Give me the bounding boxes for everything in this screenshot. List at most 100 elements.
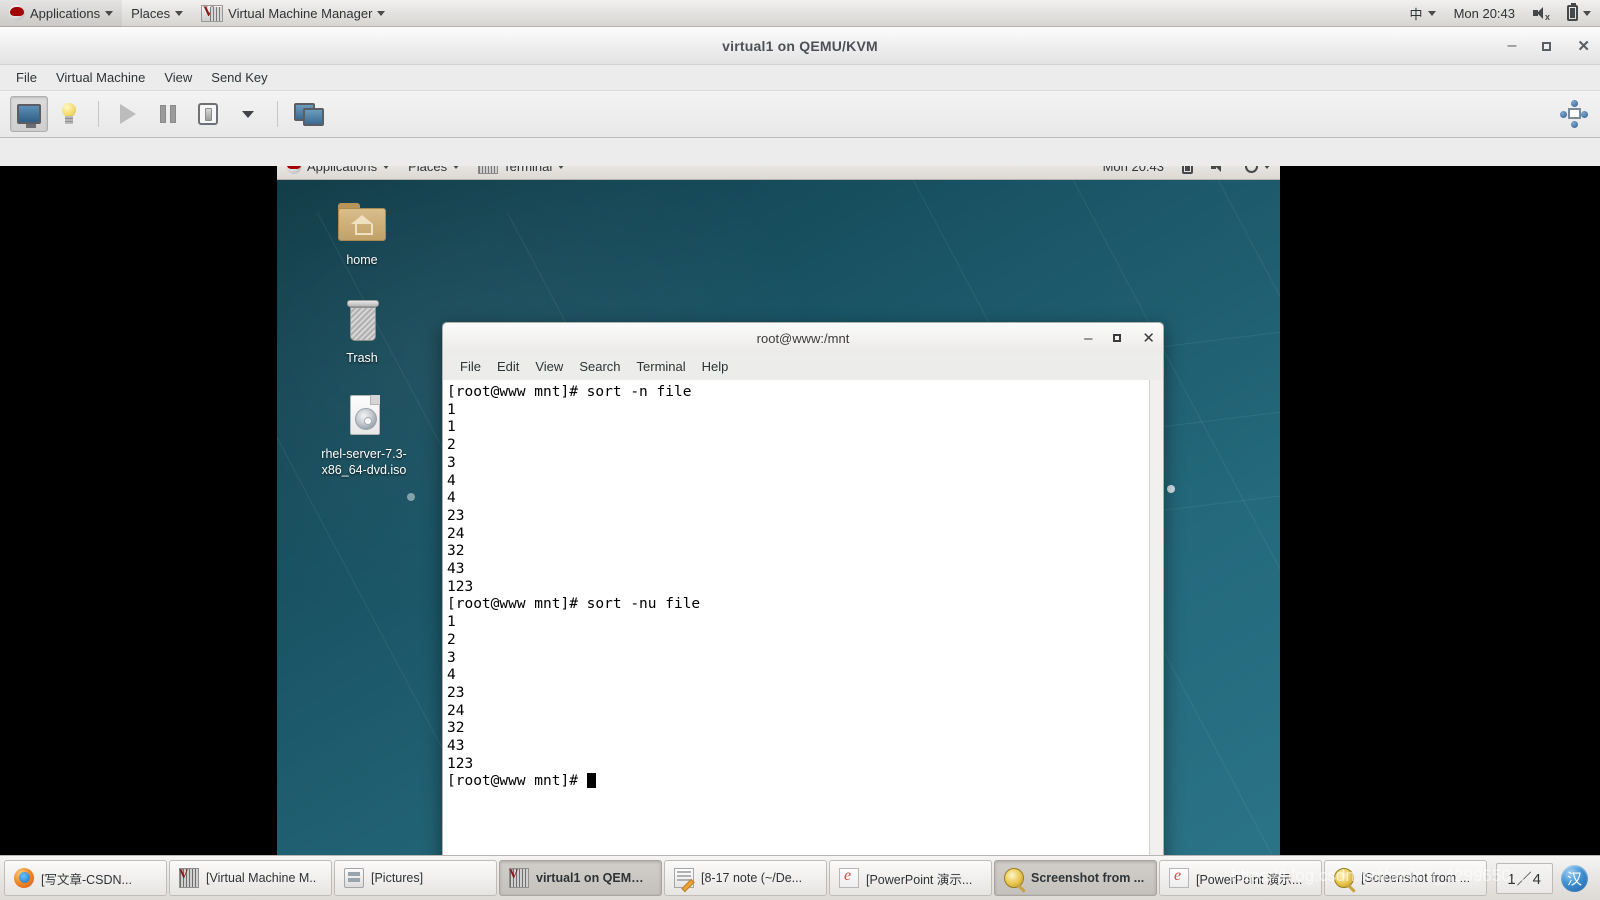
taskbar-item-screenshot-1[interactable]: Screenshot from ... xyxy=(994,860,1157,896)
desktop-icon-iso[interactable]: rhel-server-7.3-x86_64-dvd.iso xyxy=(305,393,423,478)
pause-button[interactable] xyxy=(149,96,187,132)
resize-icon xyxy=(1568,108,1581,119)
run-button[interactable] xyxy=(109,96,147,132)
terminal-menu-terminal[interactable]: Terminal xyxy=(630,356,693,377)
terminal-output[interactable]: [root@www mnt]# sort -n file 1 1 2 3 4 4… xyxy=(443,380,1149,872)
desktop-icon-home[interactable]: home xyxy=(307,199,417,269)
applications-menu-label: Applications xyxy=(30,5,101,21)
taskbar-item-label: [PowerPoint 演示... xyxy=(866,872,973,887)
terminal-maximize-button[interactable] xyxy=(1113,334,1122,342)
taskbar-item-powerpoint-2[interactable]: [PowerPoint 演示... xyxy=(1159,860,1322,896)
guest-desktop[interactable]: Applications Places Terminal Mon 20:43 h… xyxy=(277,166,1280,872)
virt-manager-window: virtual1 on QEMU/KVM – ✕ File Virtual Ma… xyxy=(0,27,1600,882)
vmm-menubar: File Virtual Machine View Send Key xyxy=(0,65,1600,90)
terminal-scrollbar[interactable] xyxy=(1149,380,1163,872)
taskbar-item-virt-manager[interactable]: [Virtual Machine M.. xyxy=(169,860,332,896)
guest-battery-indicator[interactable] xyxy=(1173,166,1202,180)
guest-places-label: Places xyxy=(408,166,448,174)
terminal-menu-search[interactable]: Search xyxy=(572,356,627,377)
monitor-icon xyxy=(17,104,41,128)
clock[interactable]: Mon 20:43 xyxy=(1445,0,1524,27)
pause-icon xyxy=(160,105,176,123)
guest-clock[interactable]: Mon 20:43 xyxy=(1094,166,1173,180)
resize-handle-left xyxy=(1560,110,1567,118)
desktop-icon-home-label: home xyxy=(346,253,378,267)
snapshots-button[interactable] xyxy=(288,96,326,132)
active-window-menu[interactable]: Virtual Machine Manager xyxy=(192,0,394,27)
guest-volume-indicator[interactable] xyxy=(1202,166,1236,180)
menu-send-key[interactable]: Send Key xyxy=(203,67,275,88)
volume-indicator[interactable]: x xyxy=(1524,0,1558,27)
terminal-menu-help[interactable]: Help xyxy=(695,356,736,377)
menu-view[interactable]: View xyxy=(156,67,200,88)
taskbar-item-csdn[interactable]: [写文章-CSDN... xyxy=(4,860,167,896)
vmm-window-controls: – ✕ xyxy=(1508,27,1590,65)
input-method-indicator[interactable]: 中 xyxy=(1401,0,1445,27)
applications-menu[interactable]: Applications xyxy=(0,0,123,27)
desktop-icon-trash-label: Trash xyxy=(346,351,378,365)
taskbar-item-pictures[interactable]: [Pictures] xyxy=(334,860,497,896)
taskbar-item-powerpoint-1[interactable]: [PowerPoint 演示... xyxy=(829,860,992,896)
speaker-icon xyxy=(1211,166,1227,173)
shutdown-menu-button[interactable] xyxy=(229,96,267,132)
guest-active-window-menu[interactable]: Terminal xyxy=(469,166,574,180)
console-view-button[interactable] xyxy=(10,96,48,132)
guest-places-menu[interactable]: Places xyxy=(399,166,469,180)
guest-console-area[interactable]: Applications Places Terminal Mon 20:43 h… xyxy=(0,166,1600,882)
chevron-down-icon xyxy=(382,166,391,169)
guest-clock-label: Mon 20:43 xyxy=(1102,166,1164,174)
resize-handle-top xyxy=(1570,100,1578,107)
menu-file[interactable]: File xyxy=(8,67,45,88)
vmm-titlebar: virtual1 on QEMU/KVM – ✕ xyxy=(0,27,1600,65)
terminal-menu-edit[interactable]: Edit xyxy=(490,356,526,377)
terminal-prompt: [root@www mnt]# xyxy=(447,773,587,790)
terminal-menu-view[interactable]: View xyxy=(528,356,570,377)
files-icon xyxy=(344,868,364,888)
taskbar-item-screenshot-2[interactable]: [Screenshot from ... xyxy=(1324,860,1487,896)
shutdown-button[interactable] xyxy=(189,96,227,132)
ime-toggle-icon[interactable]: 汉 xyxy=(1561,864,1588,892)
chevron-down-icon xyxy=(105,10,114,16)
maximize-button[interactable] xyxy=(1542,41,1552,51)
note-icon xyxy=(674,868,694,888)
close-button[interactable]: ✕ xyxy=(1577,39,1590,54)
active-window-label: Virtual Machine Manager xyxy=(228,5,373,21)
fullscreen-button[interactable] xyxy=(1560,100,1588,128)
ime-label: 中 xyxy=(1409,6,1423,22)
home-folder-icon xyxy=(336,199,388,247)
terminal-cursor xyxy=(586,773,596,789)
workspace-switcher[interactable]: 1／4 xyxy=(1496,862,1553,894)
taskbar-item-note[interactable]: [8-17 note (~/De... xyxy=(664,860,827,896)
taskbar-item-label: [8-17 note (~/De... xyxy=(701,871,803,885)
firefox-icon xyxy=(14,868,34,888)
chevron-down-icon xyxy=(175,10,184,16)
vmm-small-icon xyxy=(509,866,529,888)
vmm-window-title: virtual1 on QEMU/KVM xyxy=(722,37,878,54)
screenshot-icon xyxy=(1004,868,1024,888)
gnome-terminal-window[interactable]: root@www:/mnt – ✕ File Edit View Search … xyxy=(442,322,1164,872)
chevron-down-icon xyxy=(557,166,566,169)
desktop-icon-trash[interactable]: Trash xyxy=(307,297,417,367)
places-menu[interactable]: Places xyxy=(122,0,192,27)
menu-virtual-machine[interactable]: Virtual Machine xyxy=(48,67,153,88)
battery-icon xyxy=(1182,166,1193,174)
guest-power-indicator[interactable] xyxy=(1236,166,1280,180)
terminal-menu-file[interactable]: File xyxy=(453,356,488,377)
guest-applications-menu[interactable]: Applications xyxy=(277,166,399,180)
details-view-button[interactable] xyxy=(50,96,88,132)
desktop-icon-iso-label: rhel-server-7.3-x86_64-dvd.iso xyxy=(321,447,407,477)
guest-active-window-label: Terminal xyxy=(503,166,553,174)
vmm-toolbar xyxy=(0,90,1600,138)
guest-applications-label: Applications xyxy=(307,166,378,174)
resize-handle-right xyxy=(1581,110,1588,118)
taskbar-item-virtual1[interactable]: virtual1 on QEMU/... xyxy=(499,860,662,896)
terminal-body[interactable]: [root@www mnt]# sort -n file 1 1 2 3 4 4… xyxy=(442,380,1164,872)
ppt-icon xyxy=(1169,867,1189,888)
terminal-minimize-button[interactable]: – xyxy=(1084,331,1092,346)
battery-icon xyxy=(1567,3,1578,21)
battery-indicator[interactable] xyxy=(1558,0,1600,27)
redhat-logo-icon xyxy=(9,5,25,21)
terminal-titlebar: root@www:/mnt – ✕ xyxy=(442,322,1164,353)
terminal-close-button[interactable]: ✕ xyxy=(1142,329,1155,347)
minimize-button[interactable]: – xyxy=(1508,38,1517,54)
